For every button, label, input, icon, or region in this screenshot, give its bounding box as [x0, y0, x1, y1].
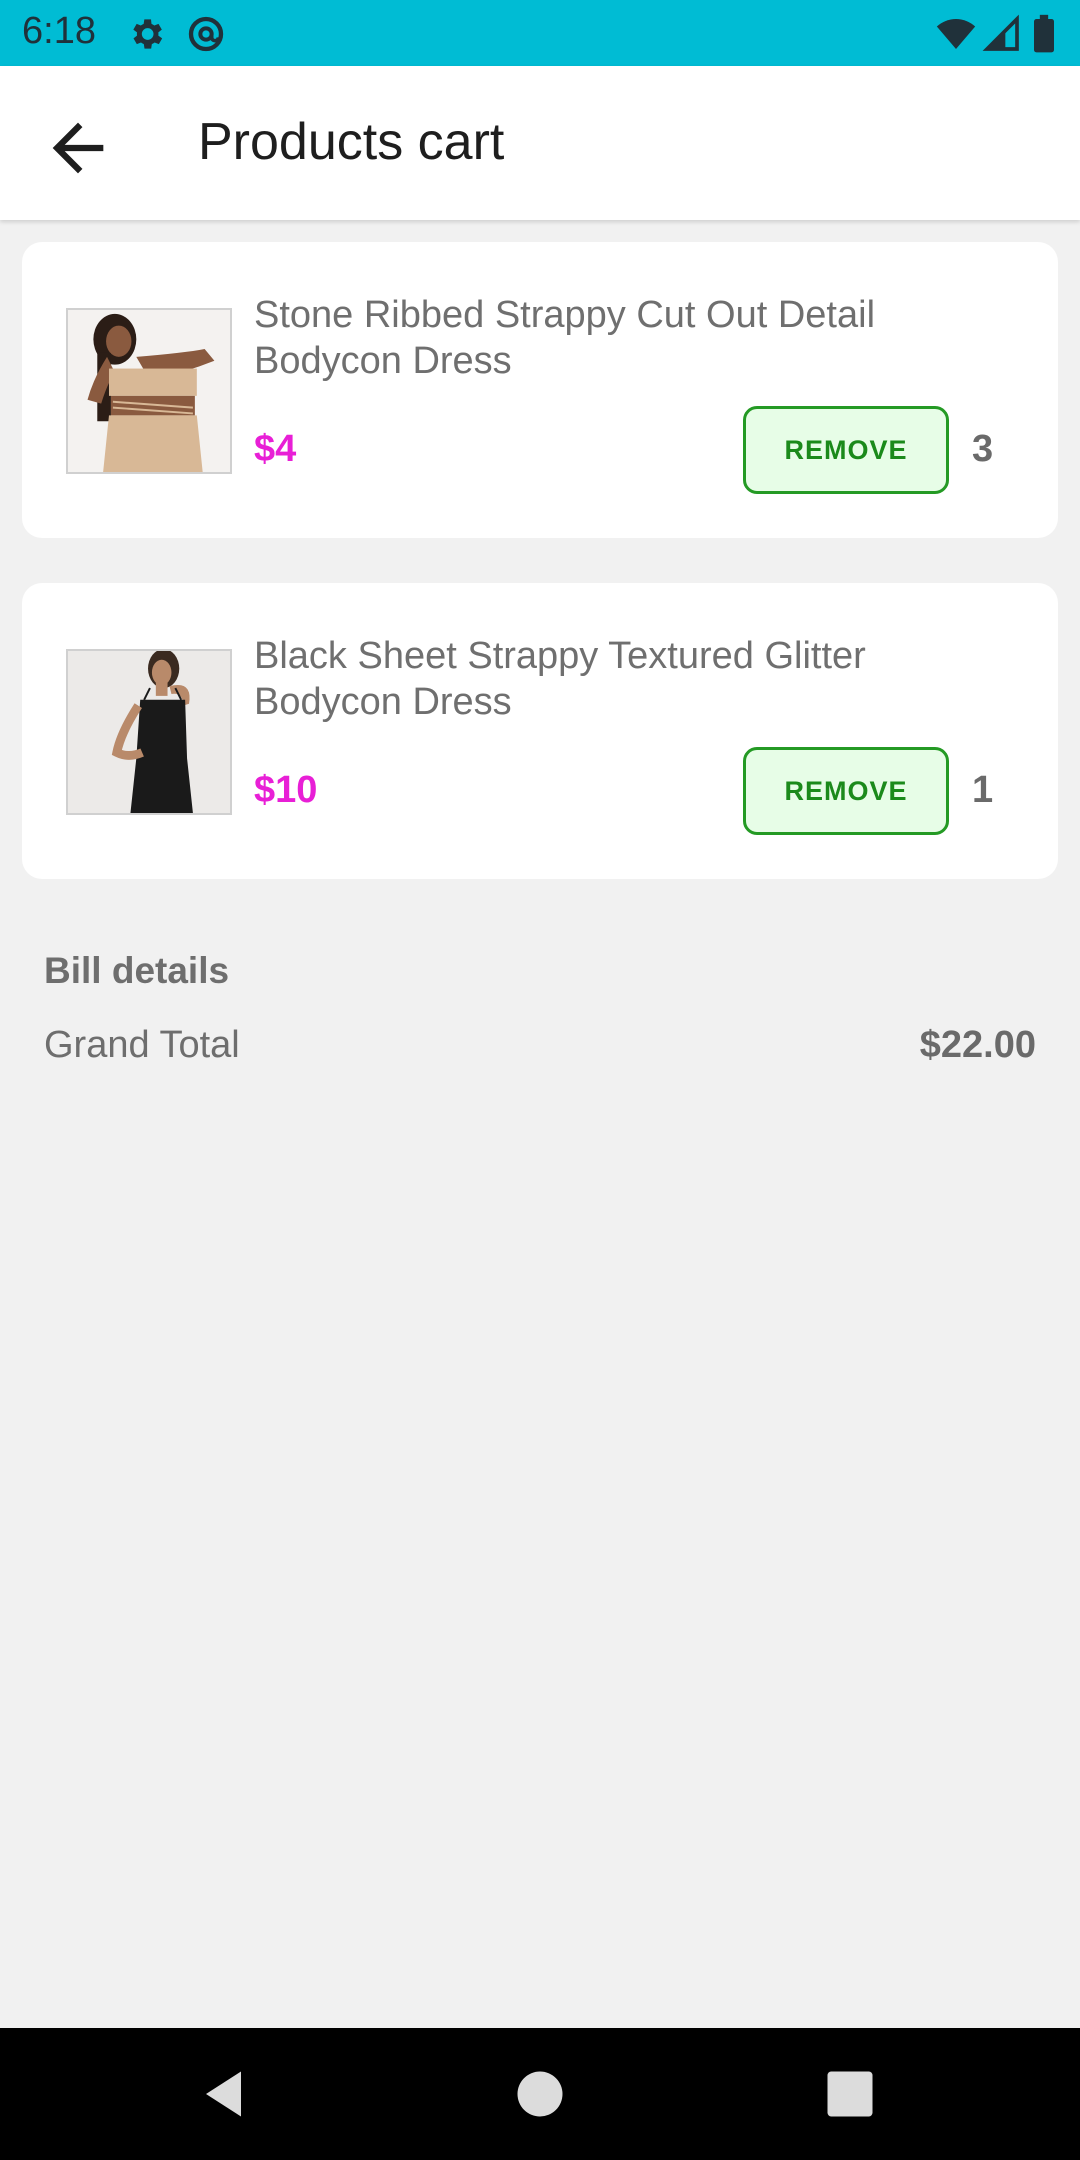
recents-square-icon[interactable]	[820, 2064, 880, 2124]
quantity: 1	[972, 769, 994, 811]
home-circle-icon[interactable]	[510, 2064, 570, 2124]
quantity: 3	[972, 428, 994, 470]
battery-icon	[1030, 14, 1058, 54]
system-nav-bar	[0, 2028, 1080, 2160]
status-time: 6:18	[22, 10, 96, 52]
signal-icon	[982, 14, 1022, 54]
arrow-left-icon	[52, 122, 104, 174]
product-name: Stone Ribbed Strappy Cut Out Detail Body…	[254, 294, 876, 382]
back-button[interactable]	[40, 110, 116, 186]
product-image-black-dress[interactable]	[66, 649, 232, 815]
product-price: $4	[254, 428, 297, 470]
bill-details-heading: Bill details	[44, 950, 230, 991]
at-sign-icon	[186, 14, 226, 54]
product-image-beige-dress[interactable]	[66, 308, 232, 474]
cart-item: Stone Ribbed Strappy Cut Out Detail Body…	[22, 242, 1058, 538]
grand-total-label: Grand Total	[44, 1024, 240, 1066]
status-bar: 6:18	[0, 0, 1080, 66]
product-name: Black Sheet Strappy Textured Glitter Bod…	[254, 635, 866, 723]
app-bar: Products cart	[0, 66, 1080, 220]
page-title: Products cart	[198, 113, 505, 171]
remove-button[interactable]: REMOVE	[743, 747, 949, 835]
gear-icon	[126, 14, 166, 54]
screen: 6:18 Products cart Stone Ribbed Strappy …	[0, 0, 1080, 2160]
wifi-icon	[934, 14, 978, 54]
grand-total-value: $22.00	[919, 1024, 1036, 1066]
cart-item: Black Sheet Strappy Textured Glitter Bod…	[22, 583, 1058, 879]
back-triangle-icon[interactable]	[196, 2064, 256, 2124]
remove-button[interactable]: REMOVE	[743, 406, 949, 494]
product-price: $10	[254, 769, 318, 811]
